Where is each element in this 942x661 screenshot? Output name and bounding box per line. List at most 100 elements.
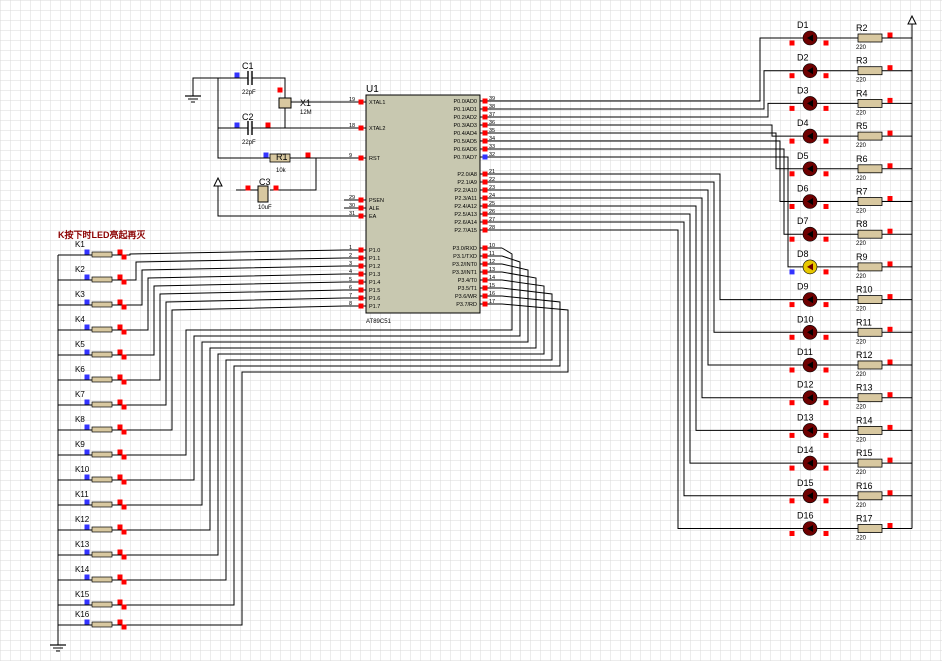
resistor-value-r8: 220 [856, 241, 867, 247]
pin-marker [887, 457, 893, 463]
mcu-pin-name: P0.5/AD5 [453, 139, 477, 145]
pin-marker [887, 97, 893, 103]
mcu-pin-marker [482, 122, 488, 128]
switch-k8[interactable] [91, 426, 113, 433]
resistor-r8 [857, 229, 883, 239]
pin-marker [823, 465, 829, 471]
pin-marker [789, 73, 795, 79]
resistor-value-r4: 220 [856, 110, 867, 116]
mcu-pin-marker [482, 211, 488, 217]
pin-marker [887, 359, 893, 365]
mcu-pin-number: 14 [489, 275, 495, 281]
resistor-value-r3: 220 [856, 78, 867, 84]
pin-marker [117, 619, 123, 625]
pin-marker [121, 504, 127, 510]
mcu-pin-name: RST [369, 156, 381, 162]
pin-marker [117, 549, 123, 555]
mcu-pin-number: 10 [489, 243, 495, 249]
mcu-pin-number: 16 [489, 291, 495, 297]
resistor-r16 [857, 491, 883, 501]
switch-k6[interactable] [91, 376, 113, 383]
pin-marker [789, 400, 795, 406]
mcu-pin-marker [482, 203, 488, 209]
mcu-pin-marker [482, 146, 488, 152]
switch-k15[interactable] [91, 601, 113, 608]
pin-marker [121, 279, 127, 285]
pin-marker [234, 122, 240, 128]
switch-k3[interactable] [91, 301, 113, 308]
mcu-pin-number: 38 [489, 104, 495, 110]
mcu-pin-number: 4 [349, 269, 352, 275]
resistor-label-r15: R15 [856, 448, 873, 458]
mcu-pin-name: P1.4 [369, 280, 380, 286]
pin-marker [887, 65, 893, 71]
pin-marker [789, 334, 795, 340]
pin-marker [117, 349, 123, 355]
schematic-canvas[interactable]: 19 XTAL1 18 XTAL2 9 RST 29 PSEN 30 ALE 31 EA 1 P1.0 2 P… [0, 0, 942, 661]
resistor-r10 [857, 295, 883, 305]
resistor-value-r11: 220 [856, 339, 867, 345]
pin-marker [823, 367, 829, 373]
pin-marker [84, 299, 90, 305]
switch-k10[interactable] [91, 476, 113, 483]
mcu-pin-number: 3 [349, 261, 352, 267]
pin-marker [263, 152, 269, 158]
pin-marker [117, 524, 123, 530]
pin-marker [84, 349, 90, 355]
mcu-pin-name: P2.2/A10 [454, 188, 477, 194]
mcu-pin-marker [358, 205, 364, 211]
mcu-pin-number: 35 [489, 128, 495, 134]
switch-k4[interactable] [91, 326, 113, 333]
mcu-pin-marker [482, 195, 488, 201]
pin-marker [789, 269, 795, 275]
pin-marker [823, 531, 829, 536]
pin-marker [121, 254, 127, 260]
switch-k7[interactable] [91, 401, 113, 408]
mcu-pin-name: P1.1 [369, 256, 380, 262]
pin-marker [887, 228, 893, 234]
mcu-pin-name: P1.0 [369, 248, 380, 254]
resistor-r14 [857, 425, 883, 435]
pin-marker [789, 432, 795, 438]
c2-value-label: 22pF [242, 140, 256, 146]
mcu-pin-name: P3.4/T0 [458, 278, 477, 284]
pin-marker [887, 163, 893, 169]
pin-marker [887, 130, 893, 136]
pin-marker [117, 324, 123, 330]
mcu-pin-name: P2.7/A15 [454, 228, 477, 234]
c1-value-label: 22pF [242, 90, 256, 96]
mcu-pin-marker [482, 138, 488, 144]
mcu-pin-number: 34 [489, 136, 495, 142]
switch-k12[interactable] [91, 526, 113, 533]
resistor-r6 [857, 164, 883, 174]
mcu-pin-name: EA [369, 214, 377, 220]
resistor-label-r16: R16 [856, 481, 873, 491]
pin-marker [789, 40, 795, 46]
switch-k5[interactable] [91, 351, 113, 358]
mcu-pin-number: 15 [489, 283, 495, 289]
switch-k1[interactable] [91, 251, 113, 258]
switch-k14[interactable] [91, 576, 113, 583]
resistor-r9 [857, 262, 883, 272]
mcu-pin-marker [482, 301, 488, 307]
mcu-pin-name: XTAL1 [369, 100, 385, 106]
mcu-pin-marker [358, 271, 364, 277]
title-note: K按下时LED亮起再灭 [58, 229, 146, 240]
switch-k11[interactable] [91, 501, 113, 508]
pin-marker [84, 524, 90, 530]
switch-k2[interactable] [91, 276, 113, 283]
switch-label-k4: K4 [75, 315, 85, 324]
switch-k13[interactable] [91, 551, 113, 558]
x1-value-label: 12M [300, 110, 312, 116]
mcu-pin-marker [482, 227, 488, 233]
mcu-pin-marker [482, 269, 488, 275]
pin-marker [117, 499, 123, 505]
mcu-pin-marker [482, 154, 488, 160]
mcu-pin-marker [482, 114, 488, 120]
resistor-r5 [857, 131, 883, 141]
resistor-value-r5: 220 [856, 143, 867, 149]
switch-k16[interactable] [91, 621, 113, 628]
c3-ref-label: C3 [259, 177, 271, 187]
mcu-pin-marker [482, 253, 488, 259]
switch-k9[interactable] [91, 451, 113, 458]
